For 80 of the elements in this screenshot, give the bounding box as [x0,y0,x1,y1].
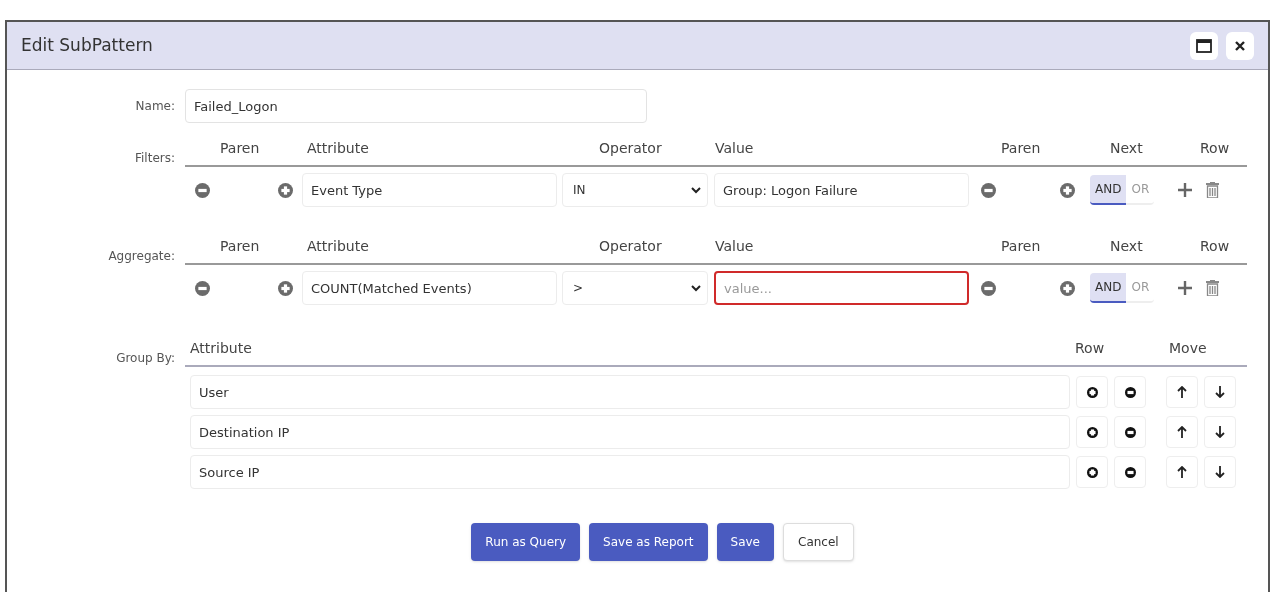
action-button[interactable]: Save as Report [589,523,708,561]
arrow-down-icon [1215,466,1225,478]
column-header: Next [1110,140,1143,156]
trash-icon[interactable] [1206,182,1219,198]
column-header: Attribute [307,140,369,156]
toggle-option[interactable]: AND [1090,175,1127,205]
chevron-down-icon [691,284,701,292]
add-row-button[interactable] [1076,456,1108,488]
attribute-field[interactable]: Event Type [302,173,557,207]
arrow-down-icon [1215,426,1225,438]
action-button[interactable]: Run as Query [471,523,581,561]
value-field[interactable]: value... [714,271,969,305]
plus-circle-icon[interactable] [278,182,293,198]
trash-icon[interactable] [1206,280,1219,296]
column-header: Attribute [190,340,252,356]
operator-dropdown[interactable]: > [562,271,708,305]
field-label: Aggregate: [108,248,175,265]
column-header: Next [1110,238,1143,254]
add-row-button[interactable] [1076,416,1108,448]
plus-circle-icon [1086,426,1098,438]
column-header: Paren [220,140,260,156]
minus-circle-icon[interactable] [195,182,210,198]
column-header: Paren [1001,140,1041,156]
column-header: Paren [1001,238,1041,254]
column-header: Operator [599,140,662,156]
cancel-button[interactable]: Cancel [783,523,854,561]
minus-circle-icon [1124,386,1136,398]
column-header: Paren [220,238,260,254]
minus-circle-icon [1124,466,1136,478]
plus-circle-icon[interactable] [278,280,293,296]
column-header: Operator [599,238,662,254]
field-label: Filters: [135,150,175,167]
plus-icon[interactable] [1178,183,1192,197]
add-row-button[interactable] [1076,376,1108,408]
minus-circle-icon [1124,426,1136,438]
minus-circle-icon[interactable] [195,280,210,296]
arrow-up-icon [1177,386,1187,398]
operator-dropdown[interactable]: IN [562,173,708,207]
window-title: Edit SubPattern [21,33,153,57]
arrow-up-icon [1177,426,1187,438]
close-button[interactable] [1226,31,1254,60]
arrow-down-icon [1215,386,1225,398]
column-header: Value [715,238,754,254]
field-label: Name: [135,98,175,115]
column-header: Row [1200,140,1230,156]
minus-circle-icon[interactable] [981,280,996,296]
column-header: Value [715,140,754,156]
column-header: Move [1169,340,1207,356]
attribute-field[interactable]: Destination IP [190,415,1070,449]
remove-row-button[interactable] [1114,456,1146,488]
move-up-button[interactable] [1166,416,1198,448]
plus-circle-icon[interactable] [1060,182,1075,198]
move-up-button[interactable] [1166,456,1198,488]
attribute-field[interactable]: COUNT(Matched Events) [302,271,557,305]
move-down-button[interactable] [1204,456,1236,488]
column-header: Attribute [307,238,369,254]
plus-circle-icon [1086,386,1098,398]
arrow-up-icon [1177,466,1187,478]
toggle-option[interactable]: AND [1090,273,1127,303]
value-field[interactable]: Group: Logon Failure [714,173,969,207]
maximize-button[interactable] [1190,31,1218,60]
attribute-field[interactable]: Source IP [190,455,1070,489]
move-down-button[interactable] [1204,416,1236,448]
chevron-down-icon [691,186,701,194]
plus-icon[interactable] [1178,281,1192,295]
minus-circle-icon[interactable] [981,182,996,198]
maximize-icon [1196,38,1212,53]
move-down-button[interactable] [1204,376,1236,408]
column-header: Row [1200,238,1230,254]
action-button[interactable]: Save [716,523,774,561]
move-up-button[interactable] [1166,376,1198,408]
remove-row-button[interactable] [1114,416,1146,448]
name-field[interactable]: Failed_Logon [185,89,647,123]
remove-row-button[interactable] [1114,376,1146,408]
plus-circle-icon [1086,466,1098,478]
attribute-field[interactable]: User [190,375,1070,409]
plus-circle-icon[interactable] [1060,280,1075,296]
column-header: Row [1075,340,1105,356]
close-icon [1234,39,1246,52]
field-label: Group By: [116,350,175,367]
